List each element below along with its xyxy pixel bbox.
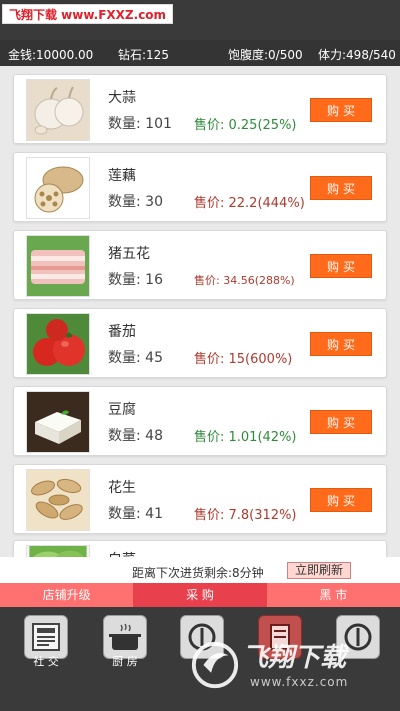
stamina-stat: 体力:498/540 bbox=[318, 48, 396, 62]
tab-black-market[interactable]: 黑 市 bbox=[267, 583, 400, 607]
item-price: 售价: 1.01(42%) bbox=[194, 430, 297, 445]
pork-belly-icon bbox=[26, 235, 90, 297]
restock-timer: 距离下次进货剩余:8分钟 bbox=[132, 566, 264, 580]
item-quantity: 数量: 41 bbox=[108, 506, 163, 522]
item-card-garlic: 大蒜 数量: 101 售价: 0.25(25%) 购买 bbox=[13, 74, 387, 144]
status-bar: 飞翔下载 www.FXXZ.com bbox=[0, 0, 400, 40]
watermark-badge: 飞翔下载 www.FXXZ.com bbox=[2, 4, 174, 24]
item-price: 售价: 15(600%) bbox=[194, 352, 293, 367]
buy-button[interactable]: 购买 bbox=[310, 254, 372, 278]
item-card-lotus-root: 莲藕 数量: 30 售价: 22.2(444%) 购买 bbox=[13, 152, 387, 222]
item-price: 售价: 34.56(288%) bbox=[194, 274, 295, 287]
restock-bar: 距离下次进货剩余:8分钟 立即刷新 bbox=[0, 557, 400, 583]
buy-button[interactable]: 购买 bbox=[310, 488, 372, 512]
player-stats-bar: 金钱:10000.00 钻石:125 饱腹度:0/500 体力:498/540 bbox=[0, 40, 400, 66]
buy-button[interactable]: 购买 bbox=[310, 176, 372, 200]
brand-watermark: 飞翔下载 www.fxxz.com bbox=[190, 635, 395, 705]
item-name: 番茄 bbox=[108, 324, 136, 340]
tofu-icon bbox=[26, 391, 90, 453]
buy-button[interactable]: 购买 bbox=[310, 332, 372, 356]
item-card-tofu: 豆腐 数量: 48 售价: 1.01(42%) 购买 bbox=[13, 386, 387, 456]
diamond-stat: 钻石:125 bbox=[118, 48, 169, 62]
item-card-tomato: 番茄 数量: 45 售价: 15(600%) 购买 bbox=[13, 308, 387, 378]
item-quantity: 数量: 48 bbox=[108, 428, 163, 444]
tab-shop-upgrade[interactable]: 店铺升级 bbox=[0, 583, 133, 607]
brand-logo-icon bbox=[191, 641, 239, 689]
item-quantity: 数量: 101 bbox=[108, 116, 172, 132]
cooking-pot-icon bbox=[109, 623, 141, 650]
item-name: 白菜 bbox=[108, 549, 136, 557]
nav-kitchen-label: 厨 房 bbox=[112, 655, 138, 668]
item-quantity: 数量: 30 bbox=[108, 194, 163, 210]
item-name: 豆腐 bbox=[108, 402, 136, 418]
money-stat: 金钱:10000.00 bbox=[8, 48, 94, 62]
buy-button[interactable]: 购买 bbox=[310, 410, 372, 434]
item-quantity: 数量: 16 bbox=[108, 272, 163, 288]
item-card-pork-belly: 猪五花 数量: 16 售价: 34.56(288%) 购买 bbox=[13, 230, 387, 300]
item-name: 猪五花 bbox=[108, 246, 150, 262]
item-name: 花生 bbox=[108, 480, 136, 496]
tomato-icon bbox=[26, 313, 90, 375]
shop-tabs: 店铺升级 采 购 黑 市 bbox=[0, 583, 400, 607]
item-card-peanut: 花生 数量: 41 售价: 7.8(312%) 购买 bbox=[13, 464, 387, 534]
tab-purchase[interactable]: 采 购 bbox=[133, 583, 267, 607]
peanut-icon bbox=[26, 469, 90, 531]
cabbage-icon bbox=[26, 545, 90, 557]
garlic-icon bbox=[26, 79, 90, 141]
lotus-root-icon bbox=[26, 157, 90, 219]
item-price: 售价: 0.25(25%) bbox=[194, 118, 297, 133]
brand-name: 飞翔下载 bbox=[242, 643, 347, 673]
brand-url: www.fxxz.com bbox=[250, 675, 349, 689]
item-name: 莲藕 bbox=[108, 168, 136, 184]
fullness-stat: 饱腹度:0/500 bbox=[228, 48, 303, 62]
buy-button[interactable]: 购买 bbox=[310, 98, 372, 122]
item-price: 售价: 22.2(444%) bbox=[194, 196, 305, 211]
newspaper-icon bbox=[32, 623, 60, 651]
item-quantity: 数量: 45 bbox=[108, 350, 163, 366]
item-price: 售价: 7.8(312%) bbox=[194, 508, 297, 523]
nav-social-label: 社 交 bbox=[33, 655, 59, 668]
item-card-cabbage: 白菜 bbox=[13, 540, 387, 557]
item-name: 大蒜 bbox=[108, 90, 136, 106]
refresh-now-button[interactable]: 立即刷新 bbox=[287, 562, 351, 579]
purchase-item-list[interactable]: 大蒜 数量: 101 售价: 0.25(25%) 购买 莲藕 数量: 30 售价… bbox=[0, 66, 400, 557]
